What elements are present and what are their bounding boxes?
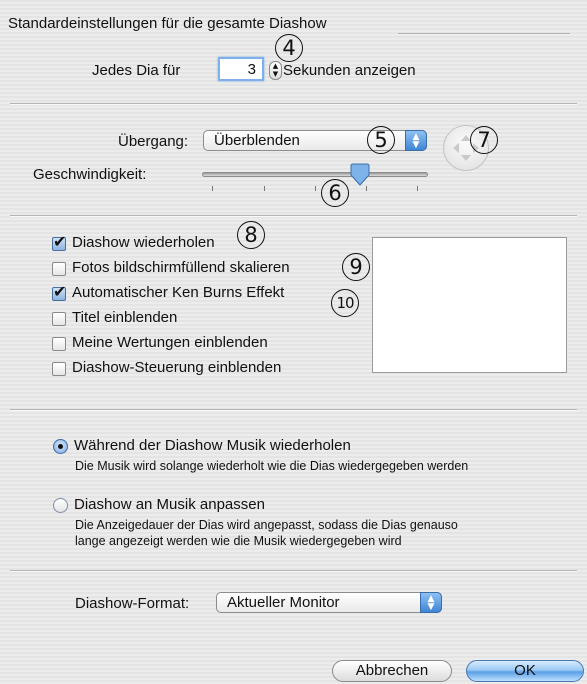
option-label: Diashow-Steuerung einblenden xyxy=(72,359,282,376)
transition-label: Übergang: xyxy=(118,133,189,150)
slider-track xyxy=(202,172,428,177)
speed-slider[interactable] xyxy=(202,162,428,196)
repeat-music-description: Die Musik wird solange wiederholt wie di… xyxy=(75,459,469,473)
slider-tick xyxy=(315,186,316,191)
option-checkbox[interactable] xyxy=(52,362,66,376)
option-label: Meine Wertungen einblenden xyxy=(72,334,268,351)
radio-dot xyxy=(58,444,63,449)
option-checkbox[interactable] xyxy=(52,262,66,276)
transition-selected: Überblenden xyxy=(214,132,300,149)
popup-arrows-icon: ▲ ▼ xyxy=(405,130,427,151)
format-label: Diashow-Format: xyxy=(75,595,190,612)
format-selected: Aktueller Monitor xyxy=(227,594,340,611)
option-label: Automatischer Ken Burns Effekt xyxy=(72,284,285,301)
callout-9: 9 xyxy=(342,253,370,281)
group-title: Standardeinstellungen für die gesamte Di… xyxy=(8,15,327,32)
callout-8: 8 xyxy=(237,221,265,249)
callout-10: 10 xyxy=(331,289,359,317)
duration-label: Jedes Dia für xyxy=(92,62,181,79)
callout-6: 6 xyxy=(321,179,349,207)
radio-repeat-music[interactable] xyxy=(53,439,68,454)
callout-7: 7 xyxy=(470,126,498,154)
duration-value: 3 xyxy=(247,61,256,78)
option-checkbox[interactable] xyxy=(52,312,66,326)
speed-label: Geschwindigkeit: xyxy=(33,166,147,183)
separator xyxy=(10,103,577,105)
repeat-music-label: Während der Diashow Musik wiederholen xyxy=(74,437,351,454)
fit-music-label: Diashow an Musik anpassen xyxy=(74,496,265,513)
separator xyxy=(10,215,577,217)
radio-fit-music[interactable] xyxy=(53,498,68,513)
slider-thumb[interactable] xyxy=(349,163,371,187)
checkmark-icon: ✔ xyxy=(53,232,67,251)
popup-arrows-icon: ▲ ▼ xyxy=(420,592,442,613)
option-checkbox[interactable]: ✔ xyxy=(52,283,66,301)
fit-music-description: Die Anzeigedauer der Dias wird angepasst… xyxy=(75,518,458,532)
callout-5: 5 xyxy=(367,126,395,154)
separator xyxy=(10,570,577,572)
checkmark-icon: ✔ xyxy=(53,282,67,301)
option-checkbox[interactable]: ✔ xyxy=(52,233,66,251)
fit-music-description: lange angezeigt werden wie die Musik wie… xyxy=(75,534,402,548)
cancel-button[interactable]: Abbrechen xyxy=(332,660,452,682)
duration-input[interactable]: 3 xyxy=(218,57,264,81)
option-label: Fotos bildschirmfüllend skalieren xyxy=(72,259,290,276)
option-label: Diashow wiederholen xyxy=(72,234,215,251)
format-popup[interactable]: Aktueller Monitor ▲ ▼ xyxy=(216,592,442,613)
option-label: Titel einblenden xyxy=(72,309,178,326)
group-title-rule xyxy=(398,33,570,34)
slider-tick xyxy=(264,186,265,191)
callout-4: 4 xyxy=(275,34,303,62)
ok-button[interactable]: OK xyxy=(466,660,584,682)
option-checkbox[interactable] xyxy=(52,337,66,351)
separator xyxy=(10,409,577,411)
slider-tick xyxy=(417,186,418,191)
preview-box xyxy=(372,237,567,373)
stepper-arrows-icon: ▲ ▼ xyxy=(272,62,279,78)
duration-suffix: Sekunden anzeigen xyxy=(283,62,416,79)
slider-tick xyxy=(212,186,213,191)
duration-stepper[interactable]: ▲ ▼ xyxy=(269,61,282,80)
